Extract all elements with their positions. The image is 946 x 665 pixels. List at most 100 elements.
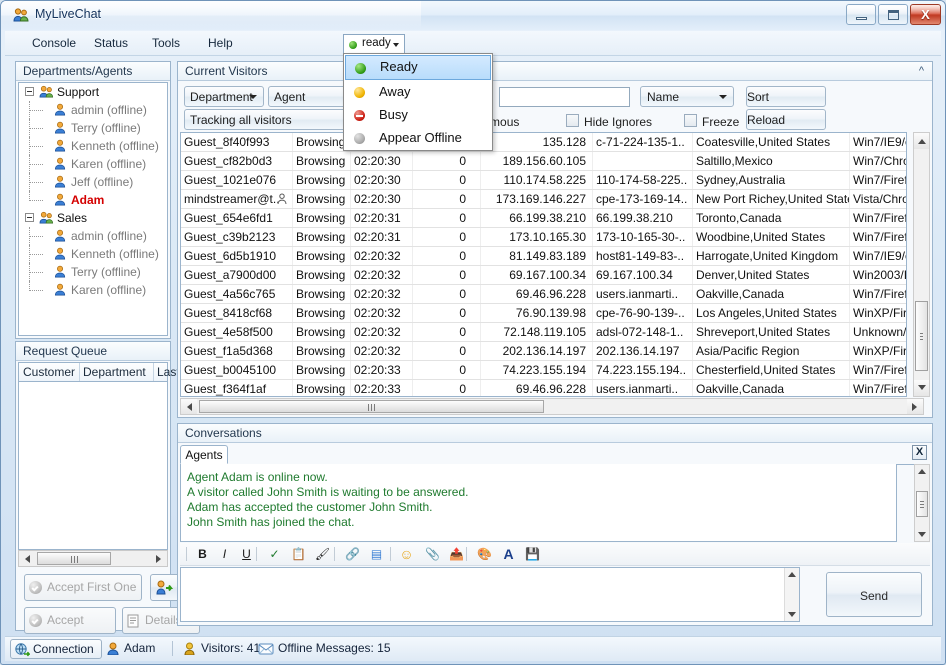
status-option-appear-offline[interactable]: Appear Offline: [345, 126, 491, 149]
table-row[interactable]: Guest_f364f1afBrowsing02:20:33069.46.96.…: [181, 380, 906, 397]
scrollbar-thumb[interactable]: [37, 552, 111, 565]
tree-agent-item[interactable]: Terry (offline): [19, 119, 167, 137]
table-row[interactable]: Guest_6d5b1910Browsing02:20:32081.149.83…: [181, 247, 906, 266]
visitors-table[interactable]: Guest_8f40f993Browsing135.128c-71-224-13…: [180, 132, 907, 397]
tree-agent-item[interactable]: Jeff (offline): [19, 173, 167, 191]
table-row[interactable]: Guest_4a56c765Browsing02:20:32069.46.96.…: [181, 285, 906, 304]
italic-icon[interactable]: I: [216, 546, 233, 562]
underline-icon[interactable]: U: [238, 546, 255, 562]
queue-col-customer[interactable]: Customer: [23, 365, 75, 379]
table-row[interactable]: Guest_a7900d00Browsing02:20:32069.167.10…: [181, 266, 906, 285]
table-row[interactable]: Guest_c39b2123Browsing02:20:310173.10.16…: [181, 228, 906, 247]
scroll-up-button[interactable]: [914, 133, 929, 149]
freeze-checkbox[interactable]: [684, 114, 697, 127]
collapse-toggle-icon[interactable]: [25, 213, 34, 222]
table-row[interactable]: Guest_1021e076Browsing02:20:300110.174.5…: [181, 171, 906, 190]
agent-status-combo[interactable]: ready: [343, 34, 405, 53]
visitors-table-vscrollbar[interactable]: [913, 132, 930, 397]
paste-icon[interactable]: 📋: [290, 546, 307, 562]
scroll-right-icon[interactable]: [156, 555, 161, 563]
accept-button[interactable]: Accept: [24, 607, 116, 634]
status-option-away[interactable]: Away: [345, 80, 491, 103]
menu-console[interactable]: Console: [23, 34, 85, 52]
accept-first-one-button[interactable]: Accept First One: [24, 574, 142, 601]
search-input[interactable]: [499, 87, 630, 107]
chevron-down-icon[interactable]: [788, 612, 796, 617]
close-tab-button[interactable]: X: [912, 445, 927, 460]
close-button[interactable]: X: [910, 4, 941, 25]
save-icon[interactable]: 💾: [524, 546, 541, 562]
table-row[interactable]: Guest_4e58f500Browsing02:20:32072.148.11…: [181, 323, 906, 342]
tab-agents[interactable]: Agents: [180, 445, 228, 464]
tree-agent-item[interactable]: Kenneth (offline): [19, 245, 167, 263]
status-option-ready[interactable]: Ready: [345, 55, 491, 80]
table-row[interactable]: Guest_8f40f993Browsing135.128c-71-224-13…: [181, 133, 906, 152]
reload-button[interactable]: Reload: [746, 109, 826, 130]
chevron-up-icon[interactable]: [788, 572, 796, 577]
cell-host: 74.223.155.194..: [593, 361, 693, 379]
format-painter-icon[interactable]: 🖌: [314, 546, 331, 562]
link-icon[interactable]: 🔗: [344, 546, 361, 562]
agent-status-menu[interactable]: Ready Away Busy Appear Offline: [343, 53, 493, 151]
minimize-button[interactable]: [846, 4, 876, 25]
font-icon[interactable]: A: [500, 546, 517, 562]
scrollbar-thumb[interactable]: [915, 301, 928, 371]
menu-status[interactable]: Status: [85, 34, 137, 52]
table-row[interactable]: Guest_8418cf68Browsing02:20:32076.90.139…: [181, 304, 906, 323]
menu-help[interactable]: Help: [199, 34, 242, 52]
request-queue-list[interactable]: [18, 382, 168, 550]
visitors-table-hscrollbar[interactable]: [180, 398, 924, 415]
chevron-up-icon[interactable]: ^: [919, 65, 924, 77]
connection-button[interactable]: Connection: [10, 639, 102, 659]
cell-visitor-name: Guest_cf82b0d3: [181, 152, 293, 170]
tree-group-sales[interactable]: Sales: [19, 209, 167, 227]
message-input[interactable]: [180, 567, 800, 622]
push-page-icon[interactable]: 📤: [448, 546, 465, 562]
hide-ignores-checkbox[interactable]: [566, 114, 579, 127]
tree-agent-item[interactable]: admin (offline): [19, 101, 167, 119]
scroll-right-button[interactable]: [907, 399, 923, 414]
tree-agent-item[interactable]: admin (offline): [19, 227, 167, 245]
queue-col-department[interactable]: Department: [83, 365, 146, 379]
table-row[interactable]: mindstreamer@t..Browsing02:20:300173.169…: [181, 190, 906, 209]
sort-field-dropdown[interactable]: Name: [640, 86, 734, 107]
table-row[interactable]: Guest_cf82b0d3Browsing02:20:300189.156.6…: [181, 152, 906, 171]
scrollbar-thumb[interactable]: [916, 491, 928, 517]
collapse-toggle-icon[interactable]: [25, 87, 34, 96]
cell-time: 02:20:33: [351, 380, 413, 397]
scroll-down-button[interactable]: [914, 380, 929, 396]
status-option-busy[interactable]: Busy: [345, 103, 491, 126]
table-row[interactable]: Guest_654e6fd1Browsing02:20:31066.199.38…: [181, 209, 906, 228]
department-filter-dropdown[interactable]: Department: [184, 86, 264, 107]
table-row[interactable]: Guest_b0045100Browsing02:20:33074.223.15…: [181, 361, 906, 380]
chevron-up-icon[interactable]: [918, 469, 926, 474]
menu-tools[interactable]: Tools: [143, 34, 189, 52]
departments-tree[interactable]: Supportadmin (offline)Terry (offline)Ken…: [18, 82, 168, 336]
tree-agent-item[interactable]: Karen (offline): [19, 155, 167, 173]
sort-button[interactable]: Sort: [746, 86, 826, 107]
tree-group-support[interactable]: Support: [19, 83, 167, 101]
chevron-down-icon[interactable]: [918, 532, 926, 537]
chat-log-scrollbar[interactable]: [914, 464, 930, 542]
emoticon-icon[interactable]: ☺: [398, 546, 415, 562]
bold-icon[interactable]: B: [194, 546, 211, 562]
color-wheel-icon[interactable]: 🎨: [476, 546, 493, 562]
request-queue-hscrollbar[interactable]: [18, 550, 168, 567]
cell-status: Browsing: [293, 342, 351, 360]
scrollbar-thumb[interactable]: [199, 400, 544, 413]
scroll-left-icon[interactable]: [25, 555, 30, 563]
cell-chats: 0: [413, 323, 481, 341]
tree-agent-item[interactable]: Karen (offline): [19, 281, 167, 299]
attachment-icon[interactable]: 📎: [424, 546, 441, 562]
tree-agent-item[interactable]: Kenneth (offline): [19, 137, 167, 155]
maximize-button[interactable]: [878, 4, 908, 25]
tree-agent-item[interactable]: Adam: [19, 191, 167, 209]
agent-icon: [106, 642, 120, 655]
scroll-left-button[interactable]: [181, 399, 197, 414]
message-input-scrollbar[interactable]: [784, 568, 799, 621]
spellcheck-icon[interactable]: ✓: [266, 546, 283, 562]
table-row[interactable]: Guest_f1a5d368Browsing02:20:320202.136.1…: [181, 342, 906, 361]
canned-response-icon[interactable]: ▤: [368, 546, 385, 562]
tree-agent-item[interactable]: Terry (offline): [19, 263, 167, 281]
send-button[interactable]: Send: [826, 572, 922, 617]
